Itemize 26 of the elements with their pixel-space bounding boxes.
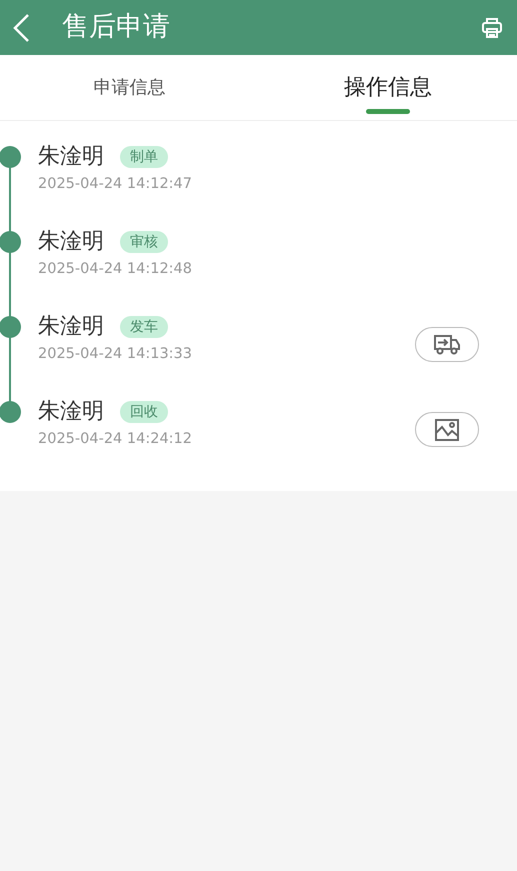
status-tag: 审核 [120,231,168,253]
tab[interactable]: 申请信息 [0,55,258,120]
image-icon [434,418,460,442]
tab-underline [366,109,410,114]
tab[interactable]: 操作信息 [258,55,517,120]
timeline-dot [0,401,21,423]
operator-name: 朱淦明 [38,398,104,426]
timestamp: 2025-04-24 14:12:48 [38,260,192,279]
status-tag: 制单 [120,146,168,168]
operator-name: 朱淦明 [38,313,104,341]
timestamp: 2025-04-24 14:13:33 [38,345,192,364]
photo-button[interactable] [415,412,479,447]
timestamp: 2025-04-24 14:12:47 [38,175,192,194]
operator-name: 朱淦明 [38,228,104,256]
timestamp: 2025-04-24 14:24:12 [38,430,192,449]
status-tag: 发车 [120,316,168,338]
timeline-dot [0,146,21,168]
truck-icon [433,334,461,356]
back-icon[interactable] [12,12,30,42]
print-icon[interactable] [481,16,503,38]
timeline-dot [0,231,21,253]
status-tag: 回收 [120,401,168,423]
timeline-dot [0,316,21,338]
shipment-button[interactable] [415,327,479,362]
operator-name: 朱淦明 [38,143,104,171]
page-title: 售后申请 [62,10,170,44]
